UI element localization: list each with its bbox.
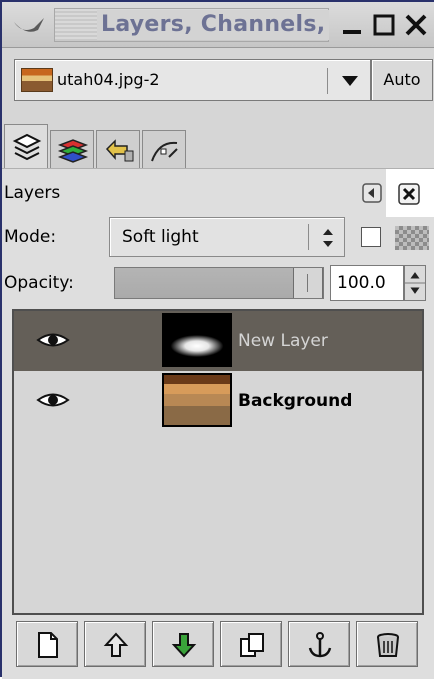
layer-list[interactable]: New Layer Background xyxy=(12,309,424,615)
tab-undo-history[interactable] xyxy=(96,130,140,168)
image-thumbnail xyxy=(21,68,53,92)
tab-layers[interactable] xyxy=(4,124,48,170)
layer-thumbnail xyxy=(162,373,232,427)
divider xyxy=(327,68,328,94)
auto-button[interactable]: Auto xyxy=(371,59,433,101)
layer-actions-bar xyxy=(12,615,424,675)
tab-paths[interactable] xyxy=(142,130,186,168)
keep-transparency-checkbox[interactable] xyxy=(361,227,381,247)
image-selector-row: utah04.jpg-2 Auto xyxy=(14,59,434,105)
layer-name[interactable]: New Layer xyxy=(238,311,328,371)
delete-layer-button[interactable] xyxy=(356,621,418,667)
raise-layer-icon xyxy=(103,632,129,657)
anchor-layer-icon xyxy=(308,632,332,658)
window-menu-icon[interactable] xyxy=(12,14,46,36)
layer-row[interactable]: Background xyxy=(14,371,422,431)
maximize-icon[interactable] xyxy=(371,12,397,38)
divider xyxy=(308,224,309,250)
opacity-value-field[interactable]: 100.0 xyxy=(330,265,404,301)
panel-menu-icon[interactable] xyxy=(362,183,382,203)
channels-icon xyxy=(57,139,89,163)
updown-arrows-icon xyxy=(323,229,333,247)
minimize-icon[interactable] xyxy=(339,12,365,38)
dock-tabs xyxy=(2,124,434,170)
paths-icon xyxy=(151,141,178,162)
anchor-layer-button[interactable] xyxy=(288,621,350,667)
panel-title: Layers xyxy=(4,183,61,203)
opacity-slider-handle[interactable] xyxy=(293,268,323,298)
tab-channels[interactable] xyxy=(50,130,94,168)
window-title: Layers, Channels, xyxy=(97,10,330,40)
undo-history-icon xyxy=(105,139,134,162)
layers-dialog-window: Layers, Channels, utah04.jpg-2 Auto Laye… xyxy=(0,0,434,679)
panel-close-area[interactable] xyxy=(386,169,434,217)
layers-icon xyxy=(12,133,42,161)
raise-layer-button[interactable] xyxy=(84,621,146,667)
dropdown-arrow-icon[interactable] xyxy=(337,73,363,89)
mode-select[interactable]: Soft light xyxy=(109,217,345,257)
layer-name[interactable]: Background xyxy=(238,371,352,431)
visibility-eye-icon[interactable] xyxy=(36,389,70,411)
mode-value: Soft light xyxy=(122,227,199,247)
close-window-icon[interactable] xyxy=(403,12,429,38)
new-layer-button[interactable] xyxy=(16,621,78,667)
title-bar[interactable]: Layers, Channels, xyxy=(2,2,434,48)
opacity-slider-fill xyxy=(115,268,293,298)
duplicate-layer-button[interactable] xyxy=(220,621,282,667)
layer-row[interactable]: New Layer xyxy=(14,311,422,371)
new-layer-icon xyxy=(38,632,58,658)
visibility-eye-icon[interactable] xyxy=(36,329,70,351)
delete-layer-icon xyxy=(377,633,399,657)
image-selector[interactable]: utah04.jpg-2 xyxy=(14,59,371,101)
mode-label: Mode: xyxy=(4,227,57,247)
duplicate-layer-icon xyxy=(240,633,264,657)
opacity-label: Opacity: xyxy=(4,273,74,293)
spin-arrows-icon[interactable] xyxy=(404,265,426,301)
lower-layer-icon xyxy=(171,633,197,658)
opacity-slider[interactable] xyxy=(114,267,324,299)
close-tab-icon[interactable] xyxy=(398,183,420,205)
layers-panel: Layers Mode: Soft light Opacity: 100.0 N… xyxy=(2,168,434,679)
layer-thumbnail xyxy=(162,313,232,367)
transparency-checker-icon xyxy=(395,226,429,250)
image-name: utah04.jpg-2 xyxy=(57,70,160,89)
lower-layer-button[interactable] xyxy=(152,621,214,667)
